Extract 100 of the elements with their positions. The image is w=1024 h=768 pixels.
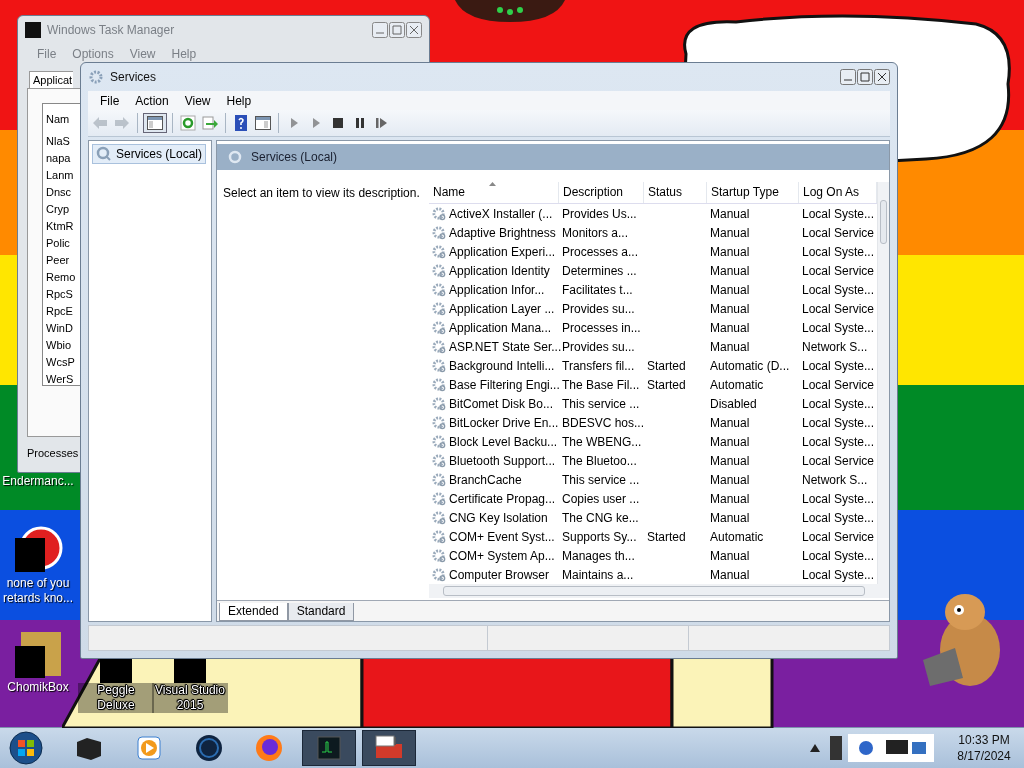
export-icon [201, 114, 219, 132]
table-cell-text: Transfers fil... [561, 358, 636, 373]
table-cell-text: The CNG ke... [561, 510, 640, 525]
list-item[interactable]: napa [46, 150, 71, 167]
service-name-cell[interactable]: COM+ Event Syst... [429, 529, 559, 544]
table-cell-text: Manual [709, 567, 751, 582]
list-item[interactable]: NlaS [46, 133, 70, 150]
service-name-cell[interactable]: Computer Browser [429, 567, 559, 582]
gear-icon [432, 358, 447, 373]
table-cell-text: Network S... [801, 339, 869, 354]
horizontal-scrollbar[interactable] [429, 584, 889, 598]
tab[interactable]: Standard [287, 603, 355, 621]
table-cell-text: Manual [709, 339, 751, 354]
gear-icon [227, 149, 243, 165]
list-item[interactable]: WerS [46, 371, 74, 388]
service-name-cell[interactable]: Block Level Backu... [429, 434, 559, 449]
list-item[interactable]: Remo [46, 269, 76, 286]
monitor-taskbar-button[interactable] [302, 730, 356, 766]
service-name-cell[interactable]: Application Layer ... [429, 301, 559, 316]
column-header[interactable]: Startup Type [707, 182, 799, 203]
service-name-cell[interactable]: ASP.NET State Ser... [429, 339, 559, 354]
window-controls-icon[interactable] [840, 69, 890, 85]
column-header[interactable]: Nam [46, 108, 70, 130]
service-name-cell[interactable]: BitComet Disk Bo... [429, 396, 559, 411]
sort-arrow-icon [489, 182, 496, 186]
menu-item[interactable]: Help [218, 93, 260, 108]
table-cell-text: BDESVC hos... [561, 415, 644, 430]
column-header[interactable]: Status [644, 182, 707, 203]
list-item[interactable]: Wbio [46, 337, 72, 354]
menu-item[interactable]: View [176, 93, 219, 108]
service-name-cell[interactable]: CNG Key Isolation [429, 510, 559, 525]
refresh-button[interactable] [178, 113, 198, 133]
service-name-cell[interactable]: ActiveX Installer (... [429, 206, 559, 221]
box-app-icon[interactable] [13, 630, 63, 680]
service-name-cell[interactable]: BranchCache [429, 472, 559, 487]
tray-arrow-icon[interactable] [810, 744, 820, 752]
table-cell-text: Automatic [709, 377, 765, 392]
pane-title: Services (Local) [251, 150, 338, 164]
gear-icon [432, 529, 447, 544]
gear-icon [432, 244, 447, 259]
table-cell-text: Manual [709, 434, 751, 449]
list-item[interactable]: WinD [46, 320, 73, 337]
list-item[interactable]: Dnsc [46, 184, 72, 201]
table-cell-text: Manual [709, 510, 751, 525]
window-controls-icon[interactable] [372, 22, 422, 38]
table-cell-text: Manual [709, 415, 751, 430]
service-name-cell[interactable]: Background Intelli... [429, 358, 559, 373]
table-cell-text: Local Service [801, 263, 876, 278]
clock-date[interactable]: 8/17/2024 [957, 748, 1011, 764]
help-icon [232, 114, 250, 132]
table-cell-text: Local Service [801, 301, 876, 316]
tree-item[interactable]: Services (Local) [92, 144, 207, 164]
desktop-icon-label[interactable]: none of you retards kno... [0, 576, 76, 606]
table-cell-text: Local Syste... [801, 415, 876, 430]
menu-item[interactable]: Action [127, 93, 177, 108]
service-name-cell[interactable]: Application Experi... [429, 244, 559, 259]
service-name-cell[interactable]: Certificate Propag... [429, 491, 559, 506]
table-cell-text: Supports Sy... [561, 529, 638, 544]
gear-icon [432, 282, 447, 297]
start-button[interactable] [6, 730, 46, 766]
list-item[interactable]: RpcE [46, 303, 73, 320]
list-item[interactable]: KtmR [46, 218, 74, 235]
service-name-cell[interactable]: Base Filtering Engi... [429, 377, 559, 392]
service-name-cell[interactable]: Bluetooth Support... [429, 453, 559, 468]
vertical-scrollbar[interactable] [877, 182, 889, 584]
column-header[interactable]: Description [559, 182, 644, 203]
service-name-cell[interactable]: BitLocker Drive En... [429, 415, 559, 430]
properties-button[interactable] [253, 113, 273, 133]
tab[interactable]: Applicat [29, 71, 74, 88]
table-cell-text: Manual [709, 453, 751, 468]
service-name-cell[interactable]: Adaptive Brightness [429, 225, 559, 240]
desktop-icon-label[interactable]: ChomikBox [7, 680, 69, 695]
table-cell-text: The Bluetoo... [561, 453, 638, 468]
list-item[interactable]: WcsP [46, 354, 75, 371]
clock-time[interactable]: 10:33 PM [958, 732, 1010, 748]
gear-icon [432, 339, 447, 354]
service-name-cell[interactable]: Application Mana... [429, 320, 559, 335]
toolbox-taskbar-button[interactable] [362, 730, 416, 766]
menu-item[interactable]: File [92, 93, 128, 108]
list-item[interactable]: Peer [46, 252, 70, 269]
export-button[interactable] [200, 113, 220, 133]
list-item[interactable]: Lanm [46, 167, 74, 184]
table-cell-text: Manual [709, 282, 751, 297]
desktop-icon-label[interactable]: Endermanc... [2, 474, 74, 489]
service-name-cell[interactable]: COM+ System Ap... [429, 548, 559, 563]
service-name-cell[interactable]: Application Identity [429, 263, 559, 278]
table-cell-text: Manual [709, 206, 751, 221]
panel-toggle-button[interactable] [143, 113, 167, 133]
table-cell-text: Local Syste... [801, 358, 876, 373]
list-item[interactable]: Polic [46, 235, 70, 252]
list-item[interactable]: Cryp [46, 201, 70, 218]
service-name-cell[interactable]: Application Infor... [429, 282, 559, 297]
window-title: Windows Task Manager [47, 23, 175, 37]
column-header[interactable]: Name [429, 182, 559, 203]
gear-icon [432, 396, 447, 411]
tab[interactable]: Extended [219, 603, 288, 621]
list-item[interactable]: RpcS [46, 286, 73, 303]
forward-icon [113, 114, 131, 132]
table-cell-text: Manual [709, 491, 751, 506]
properties-icon [254, 114, 272, 132]
